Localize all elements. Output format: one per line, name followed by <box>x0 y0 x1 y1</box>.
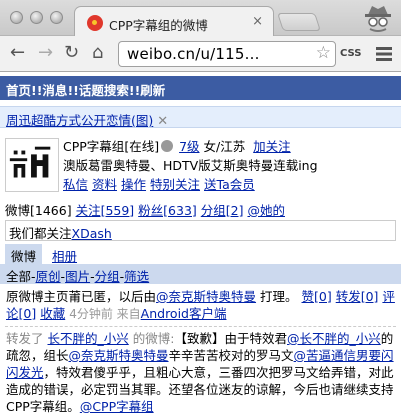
like-link[interactable]: 赞[0] <box>302 289 332 304</box>
profile-bio: 澳版葛雷奥特曼、HDTV版艾斯奥特曼连载ing <box>63 158 318 173</box>
profile-header: CPP字幕组[在线] 7级 女/江苏 加关注 澳版葛雷奥特曼、HDTV版艾斯奥特… <box>0 134 401 262</box>
special-follow-link[interactable]: 特别关注 <box>150 177 200 192</box>
groups-link[interactable]: 分组[2] <box>201 203 244 218</box>
minimize-window-button[interactable] <box>30 11 43 24</box>
weibo-favicon-icon <box>87 15 103 31</box>
tab-album[interactable]: 相册 <box>52 246 77 265</box>
weibo-post: 转发了 长不胖的_小兴 的微博:【致歉】由于特效君@长不胖的_小兴的疏忽，组长@… <box>0 330 401 415</box>
repost-label: 转发了 <box>6 331 44 346</box>
profile-stats: 微博[1466] 关注[559] 粉丝[633] 分组[2] @她的 <box>5 200 285 219</box>
incognito-icon <box>365 6 391 32</box>
tab-close-icon[interactable]: × <box>252 14 263 29</box>
common-follow-user[interactable]: XDash <box>72 226 112 241</box>
css-extension-button[interactable]: CSS <box>340 48 361 59</box>
top-nav: 首页!!消息!!话题搜索!!刷新 <box>0 76 401 100</box>
following-count-link[interactable]: 关注[559] <box>76 203 135 218</box>
menu-icon[interactable] <box>376 47 392 61</box>
home-icon[interactable]: ⌂ <box>92 43 103 63</box>
profile-actions: 私信 资料 操作 特别关注 送Ta会员 <box>63 174 255 193</box>
weibo-label: 的微博: <box>132 331 175 346</box>
address-bar-url: weibo.cn/u/115... <box>127 45 260 63</box>
notice-close-icon[interactable]: ✕ <box>157 114 168 129</box>
address-bar[interactable]: weibo.cn/u/115... ☆ <box>118 41 336 67</box>
nav-separator: !! <box>31 83 43 98</box>
user-level[interactable]: 7级 <box>179 139 199 154</box>
avatar[interactable] <box>5 138 59 192</box>
filter-pictures[interactable]: 图片 <box>65 269 90 284</box>
new-tab-button[interactable] <box>277 13 321 31</box>
notice-bar: 周迅超酷方式公开恋情(图) ✕ <box>0 106 401 129</box>
close-window-button[interactable] <box>10 11 23 24</box>
bookmark-star-icon[interactable]: ☆ <box>316 43 331 63</box>
original-author-link[interactable]: 长不胖的_小兴 <box>48 331 129 346</box>
nav-separator: !! <box>67 83 79 98</box>
favorite-link[interactable]: 收藏 <box>40 306 65 321</box>
post-mention[interactable]: @奈克斯特奥特曼 <box>156 289 256 304</box>
vip-badge-icon <box>161 140 174 152</box>
weibo-post: 原微博主页莆已匿，以后由@奈克斯特奥特曼 打理。 赞[0] 转发[0] 评论[0… <box>0 288 401 323</box>
post-text: 打理。 <box>256 289 298 304</box>
message-link[interactable]: 私信 <box>63 177 88 192</box>
post-text: ，特效君傻乎乎，且粗心大意，三番四次把罗马文给弄错，对此造成的错误，必定罚当其罪… <box>6 365 394 414</box>
profile-info-link[interactable]: 资料 <box>92 177 117 192</box>
post-text: 原微博主页莆已匿，以后由 <box>6 289 157 304</box>
common-follow-label: 我们都关注 <box>9 226 72 241</box>
at-her-link[interactable]: @她的 <box>247 203 285 218</box>
back-arrow-icon[interactable]: ← <box>10 43 25 63</box>
online-status: [在线] <box>124 139 160 154</box>
filter-all: 全部 <box>6 269 32 284</box>
nav-refresh[interactable]: 刷新 <box>140 83 165 98</box>
notice-link[interactable]: 周迅超酷方式公开恋情(图) <box>6 113 153 128</box>
post-mention[interactable]: @长不胖的_小兴 <box>287 331 381 346</box>
profile-name: CPP字幕组 <box>63 139 125 154</box>
browser-tab-title: CPP字幕组的微博 <box>109 18 208 33</box>
nav-topics[interactable]: 话题 <box>79 83 104 98</box>
post-text: 辛辛苦苦校对的罗马文 <box>168 348 294 363</box>
nav-separator: !! <box>128 83 141 98</box>
post-mention[interactable]: @CPP字幕组 <box>80 399 154 414</box>
nav-home[interactable]: 首页 <box>6 83 31 98</box>
browser-tab-active[interactable]: CPP字幕组的微博 × <box>74 6 274 37</box>
gender-location: 女/江苏 <box>203 139 246 154</box>
follow-link[interactable]: 加关注 <box>253 139 291 154</box>
tab-weibo[interactable]: 微博 <box>5 244 43 264</box>
post-mention[interactable]: @奈克斯特奥特曼 <box>69 348 169 363</box>
filter-bar: 全部-原创-图片-分组-筛选 <box>0 264 401 284</box>
browser-toolbar: ← → ↻ ⌂ weibo.cn/u/115... ☆ CSS <box>0 36 401 72</box>
nav-search[interactable]: 搜索 <box>104 83 129 98</box>
reload-icon[interactable]: ↻ <box>64 43 79 63</box>
profile-name-line: CPP字幕组[在线] 7级 女/江苏 加关注 <box>63 136 291 155</box>
gift-vip-link[interactable]: 送Ta会员 <box>204 177 255 192</box>
content-tabs: 微博 相册 <box>0 244 401 264</box>
operations-link[interactable]: 操作 <box>121 177 146 192</box>
post-text: 【致歉】由于特效君 <box>174 331 287 346</box>
filter-original[interactable]: 原创 <box>36 269 61 284</box>
zoom-window-button[interactable] <box>50 11 63 24</box>
weibo-page: 首页!!消息!!话题搜索!!刷新 周迅超酷方式公开恋情(图) ✕ CPP字幕组[在… <box>0 72 401 416</box>
common-follow-box: 我们都关注XDash <box>5 220 396 241</box>
filter-groups[interactable]: 分组 <box>95 269 120 284</box>
forward-arrow-icon[interactable]: → <box>38 43 53 63</box>
fans-count-link[interactable]: 粉丝[633] <box>138 203 197 218</box>
weibo-count: 微博[1466] <box>5 203 72 218</box>
filter-select[interactable]: 筛选 <box>124 269 149 284</box>
repost-link[interactable]: 转发[0] <box>336 289 379 304</box>
nav-messages[interactable]: 消息 <box>42 83 67 98</box>
post-meta: 4分钟前 来自 <box>69 307 141 321</box>
post-source[interactable]: Android客户端 <box>141 306 227 321</box>
browser-tab-strip: CPP字幕组的微博 × <box>0 0 401 37</box>
post-divider <box>5 326 396 327</box>
